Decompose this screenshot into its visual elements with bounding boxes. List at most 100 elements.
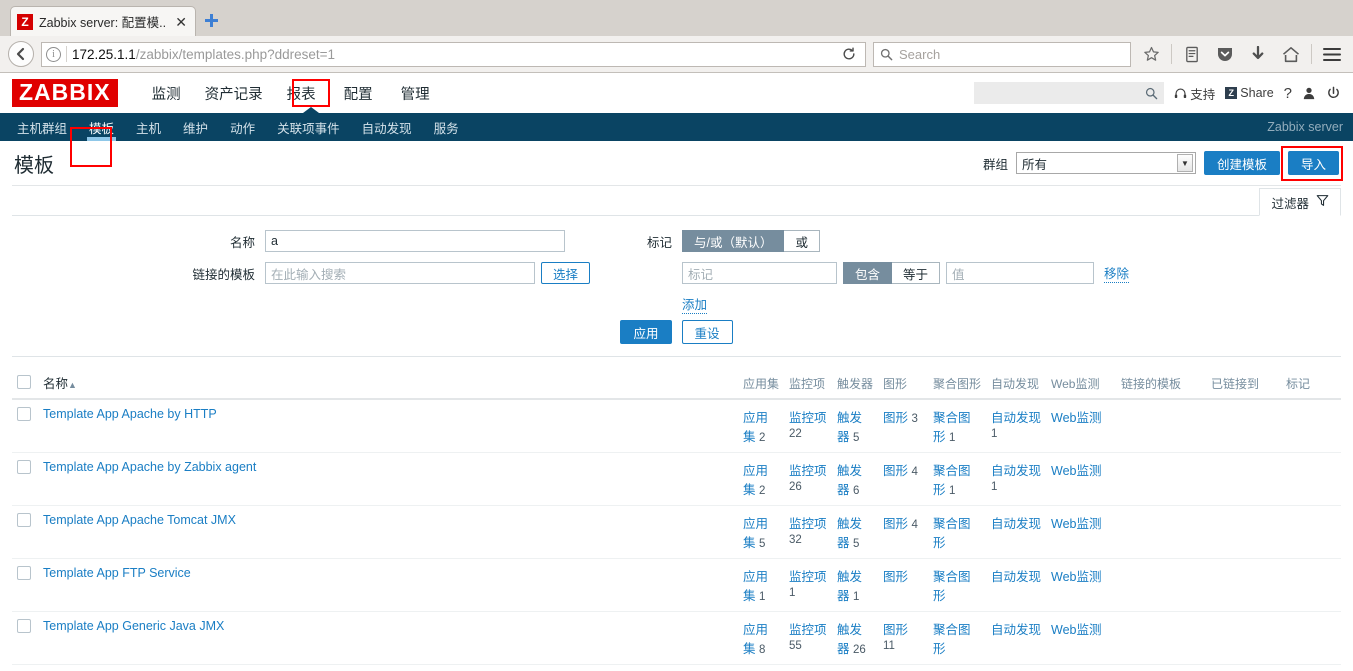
template-name-link[interactable]: Template App FTP Service <box>43 566 191 580</box>
items-link[interactable]: 监控项 <box>789 623 827 637</box>
row-items-cell: 监控项 55 <box>783 611 832 665</box>
graphs-link[interactable]: 图形 <box>883 517 908 531</box>
row-applications-cell: 应用集 8 <box>737 611 784 665</box>
discovery-link[interactable]: 自动发现 <box>991 570 1041 584</box>
chevron-down-icon[interactable]: ▼ <box>1176 154 1193 172</box>
graphs-link[interactable]: 图形 <box>883 570 908 584</box>
template-name-link[interactable]: Template App Apache by HTTP <box>43 407 217 421</box>
url-path: /zabbix/templates.php?ddreset=1 <box>135 46 336 62</box>
discovery-link[interactable]: 自动发现 <box>991 411 1041 425</box>
graphs-link[interactable]: 图形 <box>883 464 908 478</box>
nav-item-hosts[interactable]: 主机 <box>125 113 172 141</box>
table-body: Template App Apache by HTTP 应用集 2 监控项 22… <box>12 399 1341 665</box>
templates-table: 名称▲ 应用集 监控项 触发器 图形 聚合图形 自动发现 Web监测 链接的模板… <box>12 367 1341 665</box>
share-link[interactable]: Z Share <box>1225 86 1274 100</box>
library-icon[interactable] <box>1179 41 1205 67</box>
browser-tab[interactable]: Z Zabbix server: 配置模... ✕ <box>10 6 196 36</box>
row-checkbox[interactable] <box>17 566 31 580</box>
filter-linked-templates-input[interactable]: 在此输入搜索 <box>265 262 535 284</box>
home-icon[interactable] <box>1278 41 1304 67</box>
nav-item-actions[interactable]: 动作 <box>219 113 266 141</box>
import-button[interactable]: 导入 <box>1287 151 1339 175</box>
graphs-link[interactable]: 图形 <box>883 623 908 637</box>
row-triggers-cell: 触发器 5 <box>831 399 878 453</box>
hamburger-menu-icon[interactable] <box>1319 41 1345 67</box>
select-all-checkbox[interactable] <box>17 375 31 389</box>
tag-add-link[interactable]: 添加 <box>682 294 708 314</box>
template-name-link[interactable]: Template App Generic Java JMX <box>43 619 224 633</box>
nav-item-services[interactable]: 服务 <box>423 113 470 141</box>
template-name-link[interactable]: Template App Apache Tomcat JMX <box>43 513 236 527</box>
screens-link[interactable]: 聚合图形 <box>933 623 971 656</box>
main-menu-item-monitoring[interactable]: 监测 <box>140 77 193 110</box>
tag-name-input[interactable]: 标记 <box>682 262 837 284</box>
help-link[interactable]: ? <box>1284 85 1292 102</box>
filter-name-input[interactable]: a <box>265 230 565 252</box>
filter-tab[interactable]: 过滤器 <box>1259 188 1341 216</box>
tag-eval-or-option[interactable]: 或 <box>784 230 820 252</box>
new-tab-icon[interactable] <box>204 13 219 31</box>
apply-filter-button[interactable]: 应用 <box>620 320 672 344</box>
back-icon[interactable] <box>8 41 34 67</box>
main-menu-item-reports[interactable]: 报表 <box>275 77 328 110</box>
tag-eval-segment: 与/或（默认） 或 <box>682 230 820 252</box>
tag-operator-equals-option[interactable]: 等于 <box>892 262 941 284</box>
web-link[interactable]: Web监测 <box>1051 517 1101 531</box>
web-link[interactable]: Web监测 <box>1051 623 1101 637</box>
discovery-link[interactable]: 自动发现 <box>991 623 1041 637</box>
site-info-icon[interactable]: i <box>46 46 61 62</box>
pocket-icon[interactable] <box>1212 41 1238 67</box>
star-icon[interactable] <box>1138 41 1164 67</box>
download-icon[interactable] <box>1245 41 1271 67</box>
web-link[interactable]: Web监测 <box>1051 464 1101 478</box>
items-link[interactable]: 监控项 <box>789 411 827 425</box>
tag-value-input[interactable]: 值 <box>946 262 1095 284</box>
screens-link[interactable]: 聚合图形 <box>933 570 971 603</box>
nav-item-templates[interactable]: 模板 <box>78 113 125 141</box>
tag-eval-andor-option[interactable]: 与/或（默认） <box>682 230 785 252</box>
nav-item-event-correlation[interactable]: 关联项事件 <box>266 113 351 141</box>
web-link[interactable]: Web监测 <box>1051 570 1101 584</box>
row-checkbox[interactable] <box>17 619 31 633</box>
reset-filter-button[interactable]: 重设 <box>681 320 733 344</box>
row-checkbox[interactable] <box>17 407 31 421</box>
row-name-cell: Template App Generic Java JMX <box>38 611 738 665</box>
row-triggers-cell: 触发器 6 <box>831 452 878 506</box>
group-select[interactable]: 所有 ▼ <box>1015 152 1196 174</box>
row-checkbox[interactable] <box>17 460 31 474</box>
items-link[interactable]: 监控项 <box>789 464 827 478</box>
screens-link[interactable]: 聚合图形 <box>933 517 971 550</box>
row-linked-to-cell <box>1206 611 1281 665</box>
discovery-count: 1 <box>991 428 998 440</box>
graphs-link[interactable]: 图形 <box>883 411 908 425</box>
main-menu-item-inventory[interactable]: 资产记录 <box>193 77 275 110</box>
template-name-link[interactable]: Template App Apache by Zabbix agent <box>43 460 256 474</box>
main-menu-item-configuration[interactable]: 配置 <box>332 77 385 110</box>
items-link[interactable]: 监控项 <box>789 517 827 531</box>
nav-item-maintenance[interactable]: 维护 <box>172 113 219 141</box>
tag-remove-link[interactable]: 移除 <box>1104 263 1130 283</box>
support-link[interactable]: 支持 <box>1174 84 1215 103</box>
column-header-name[interactable]: 名称▲ <box>38 367 738 400</box>
row-linked-templates-cell <box>1116 558 1206 612</box>
reload-icon[interactable] <box>837 42 861 66</box>
discovery-link[interactable]: 自动发现 <box>991 464 1041 478</box>
browser-search-input[interactable]: Search <box>873 41 1131 67</box>
create-template-button[interactable]: 创建模板 <box>1203 151 1280 175</box>
select-templates-button[interactable]: 选择 <box>541 262 591 284</box>
main-menu-item-administration[interactable]: 管理 <box>389 77 442 110</box>
close-tab-icon[interactable]: ✕ <box>173 15 189 29</box>
user-icon[interactable] <box>1302 86 1316 100</box>
web-link[interactable]: Web监测 <box>1051 411 1101 425</box>
nav-item-discovery[interactable]: 自动发现 <box>351 113 423 141</box>
url-host: 172.25.1.1 <box>72 46 136 62</box>
power-icon[interactable] <box>1326 86 1341 101</box>
discovery-link[interactable]: 自动发现 <box>991 517 1041 531</box>
global-search-input[interactable] <box>974 82 1165 104</box>
nav-item-host-groups[interactable]: 主机群组 <box>6 113 78 141</box>
row-checkbox[interactable] <box>17 513 31 527</box>
items-link[interactable]: 监控项 <box>789 570 827 584</box>
tag-operator-contains-option[interactable]: 包含 <box>843 262 893 284</box>
url-bar[interactable]: i 172.25.1.1/zabbix/templates.php?ddrese… <box>41 41 866 67</box>
zabbix-logo[interactable]: ZABBIX <box>12 79 118 107</box>
